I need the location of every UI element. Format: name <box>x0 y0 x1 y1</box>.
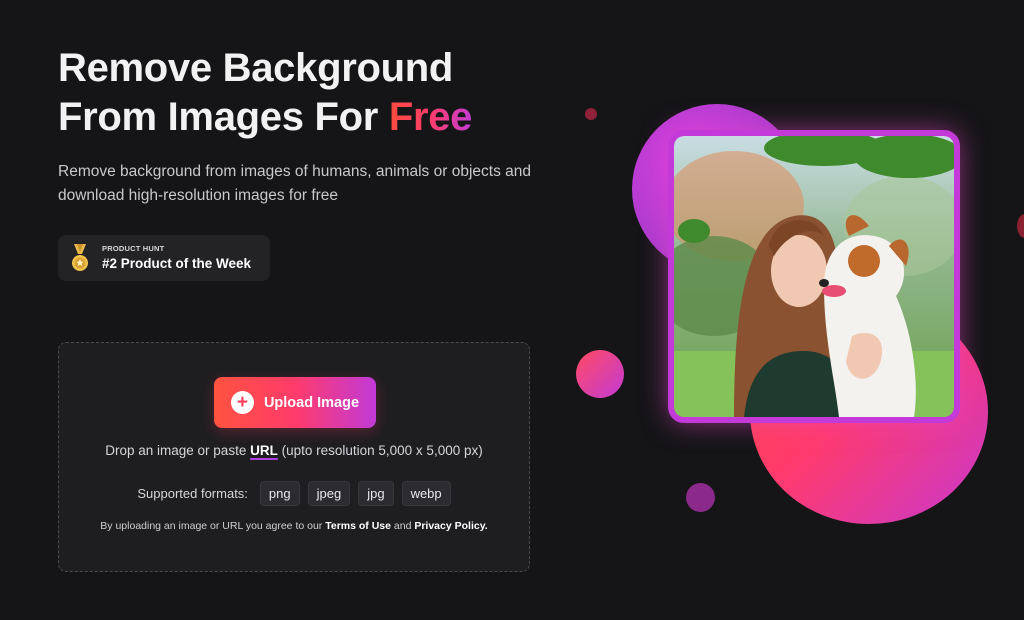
drop-instructions: Drop an image or paste URL (upto resolut… <box>59 443 529 458</box>
woman-with-dog-image <box>674 136 954 417</box>
badge-small-label: PRODUCT HUNT <box>102 244 165 253</box>
terms-prefix: By uploading an image or URL you agree t… <box>100 520 326 532</box>
example-photo <box>668 130 960 423</box>
hero-title-highlight: Free <box>388 95 473 139</box>
format-chip-webp: webp <box>401 481 451 506</box>
privacy-policy-link[interactable]: Privacy Policy. <box>414 520 487 532</box>
upload-image-button[interactable]: + Upload Image <box>214 377 376 428</box>
hero-title-line2: From Images For <box>58 95 389 139</box>
decor-dot-edge <box>1017 214 1024 238</box>
decor-circle-left <box>576 350 624 398</box>
supported-formats: Supported formats: png jpeg jpg webp <box>59 481 529 506</box>
drop-text-before: Drop an image or paste <box>105 443 251 458</box>
plus-icon: + <box>230 391 254 414</box>
format-chip-png: png <box>259 481 300 506</box>
drop-text-after: (upto resolution 5,000 x 5,000 px) <box>277 443 483 458</box>
hero-title-line1: Remove Background <box>58 46 453 90</box>
hero-title: Remove Background From Images For Free <box>58 44 472 142</box>
decor-dot <box>585 108 597 120</box>
formats-label: Supported formats: <box>137 486 248 501</box>
terms-of-use-link[interactable]: Terms of Use <box>325 520 391 532</box>
terms-notice: By uploading an image or URL you agree t… <box>59 520 529 532</box>
hero-subtitle: Remove background from images of humans,… <box>58 163 531 204</box>
upload-dropzone[interactable]: + Upload Image Drop an image or paste UR… <box>58 342 530 572</box>
terms-and: and <box>390 520 415 532</box>
format-chip-jpg: jpg <box>358 481 394 506</box>
paste-url-link[interactable]: URL <box>250 443 278 458</box>
format-chip-jpeg: jpeg <box>307 481 351 506</box>
badge-main-label: #2 Product of the Week <box>102 256 252 271</box>
upload-button-label: Upload Image <box>263 394 360 411</box>
product-hunt-badge[interactable]: PRODUCT HUNT #2 Product of the Week <box>58 235 270 281</box>
decor-dot-bottom <box>686 483 715 512</box>
medal-icon <box>72 244 88 271</box>
